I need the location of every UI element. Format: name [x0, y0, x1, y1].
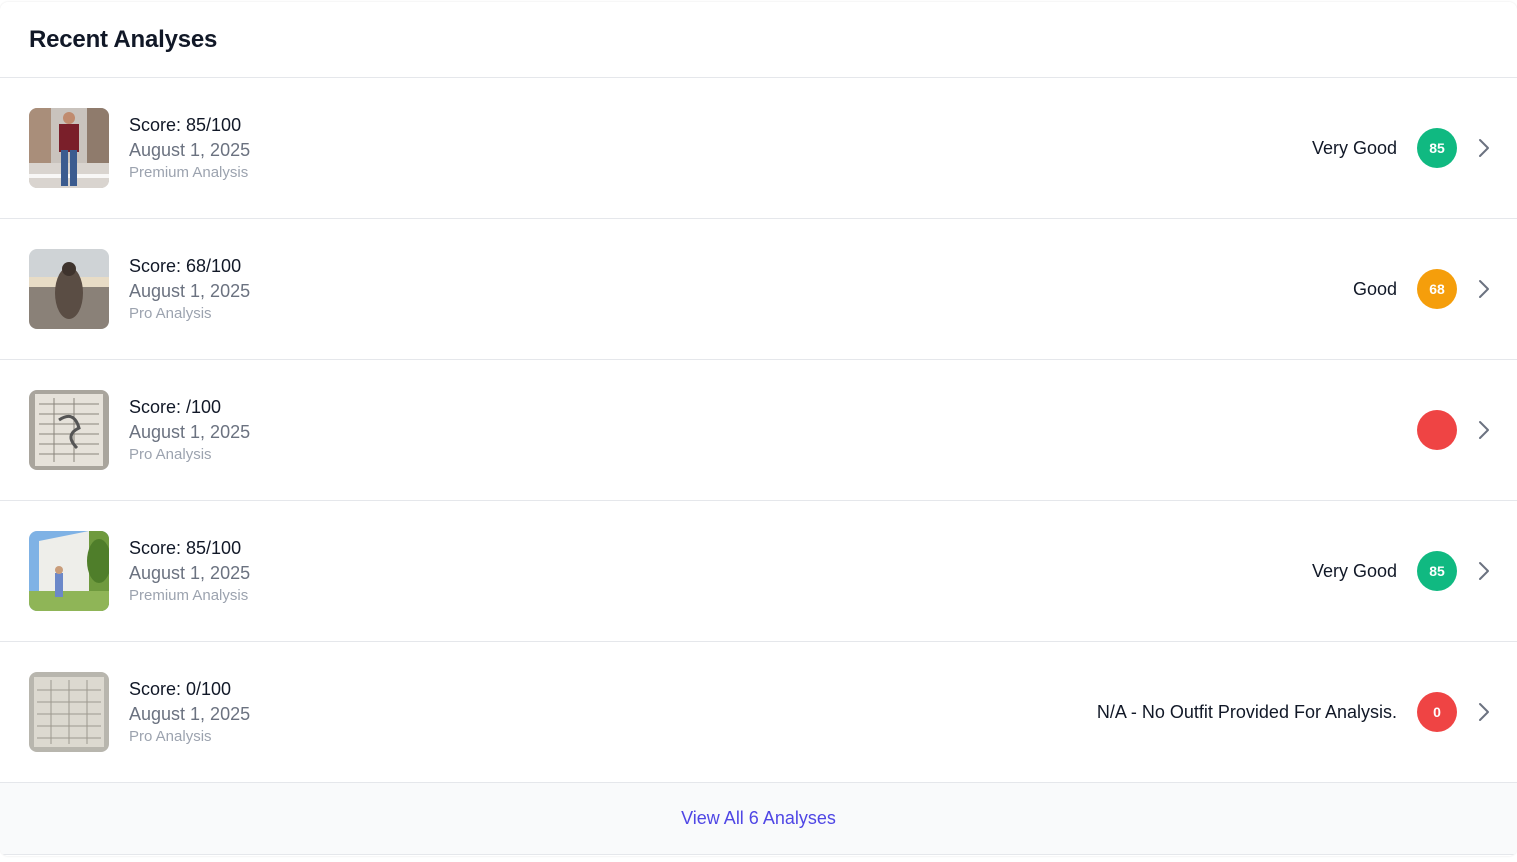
analysis-date: August 1, 2025 — [129, 563, 251, 583]
analysis-score: Score: /100 — [129, 397, 222, 417]
analysis-score: Score: 68/100 — [129, 256, 242, 276]
score-badge: 0 — [1417, 692, 1457, 732]
chevron-right-icon[interactable] — [1477, 138, 1491, 158]
analysis-result: Very Good 85 — [1312, 128, 1491, 168]
analysis-date: August 1, 2025 — [129, 140, 251, 160]
analysis-result — [1397, 410, 1491, 450]
analysis-tier: Premium Analysis — [129, 587, 249, 604]
analysis-info: Score: 0/100 August 1, 2025 Pro Analysis — [129, 677, 250, 747]
analysis-info: Score: 68/100 August 1, 2025 Pro Analysi… — [129, 254, 250, 324]
beach-photo-icon — [29, 249, 109, 329]
analysis-result: N/A - No Outfit Provided For Analysis. 0 — [1097, 692, 1491, 732]
document-photo-icon — [29, 672, 109, 752]
card-header: Recent Analyses — [0, 2, 1517, 78]
analysis-score: Score: 0/100 — [129, 679, 232, 699]
chevron-right-icon[interactable] — [1477, 561, 1491, 581]
view-all-analyses-link[interactable]: View All 6 Analyses — [681, 808, 836, 829]
analysis-tier: Pro Analysis — [129, 305, 212, 322]
analyses-list: Score: 85/100 August 1, 2025 Premium Ana… — [0, 78, 1517, 783]
analysis-row[interactable]: Score: 0/100 August 1, 2025 Pro Analysis… — [0, 642, 1517, 783]
analysis-date: August 1, 2025 — [129, 281, 251, 301]
analysis-date: August 1, 2025 — [129, 422, 251, 442]
analysis-row[interactable]: Score: 85/100 August 1, 2025 Premium Ana… — [0, 501, 1517, 642]
analysis-rating: Good — [1352, 278, 1397, 299]
analysis-rating: Very Good — [1311, 137, 1397, 158]
analysis-thumbnail — [29, 390, 109, 470]
analysis-row[interactable]: Score: 68/100 August 1, 2025 Pro Analysi… — [0, 219, 1517, 360]
analysis-result: Good 68 — [1353, 269, 1491, 309]
analysis-result: Very Good 85 — [1312, 551, 1491, 591]
score-badge: 68 — [1417, 269, 1457, 309]
analysis-score: Score: 85/100 — [129, 538, 242, 558]
analysis-date: August 1, 2025 — [129, 704, 251, 724]
analysis-thumbnail — [29, 672, 109, 752]
score-badge: 85 — [1417, 128, 1457, 168]
chevron-right-icon[interactable] — [1477, 420, 1491, 440]
analysis-score: Score: 85/100 — [129, 115, 242, 135]
card-title: Recent Analyses — [29, 25, 218, 53]
card-footer: View All 6 Analyses — [0, 783, 1517, 855]
analysis-row[interactable]: Score: 85/100 August 1, 2025 Premium Ana… — [0, 78, 1517, 219]
score-badge — [1417, 410, 1457, 450]
chevron-right-icon[interactable] — [1477, 279, 1491, 299]
analysis-info: Score: /100 August 1, 2025 Pro Analysis — [129, 395, 250, 465]
analysis-tier: Premium Analysis — [129, 164, 249, 181]
recent-analyses-card: Recent Analyses Score: 85/100 August 1, … — [0, 2, 1517, 856]
score-badge: 85 — [1417, 551, 1457, 591]
person-street-photo-icon — [29, 108, 109, 188]
chevron-right-icon[interactable] — [1477, 702, 1491, 722]
analysis-thumbnail — [29, 108, 109, 188]
analysis-info: Score: 85/100 August 1, 2025 Premium Ana… — [129, 113, 250, 183]
analysis-rating: Very Good — [1311, 560, 1397, 581]
analysis-thumbnail — [29, 531, 109, 611]
analysis-info: Score: 85/100 August 1, 2025 Premium Ana… — [129, 536, 250, 606]
building-garden-photo-icon — [29, 531, 109, 611]
analysis-row[interactable]: Score: /100 August 1, 2025 Pro Analysis — [0, 360, 1517, 501]
analysis-tier: Pro Analysis — [129, 728, 212, 745]
analysis-thumbnail — [29, 249, 109, 329]
analysis-tier: Pro Analysis — [129, 446, 212, 463]
analysis-rating: N/A - No Outfit Provided For Analysis. — [1096, 701, 1397, 722]
document-photo-icon — [29, 390, 109, 470]
